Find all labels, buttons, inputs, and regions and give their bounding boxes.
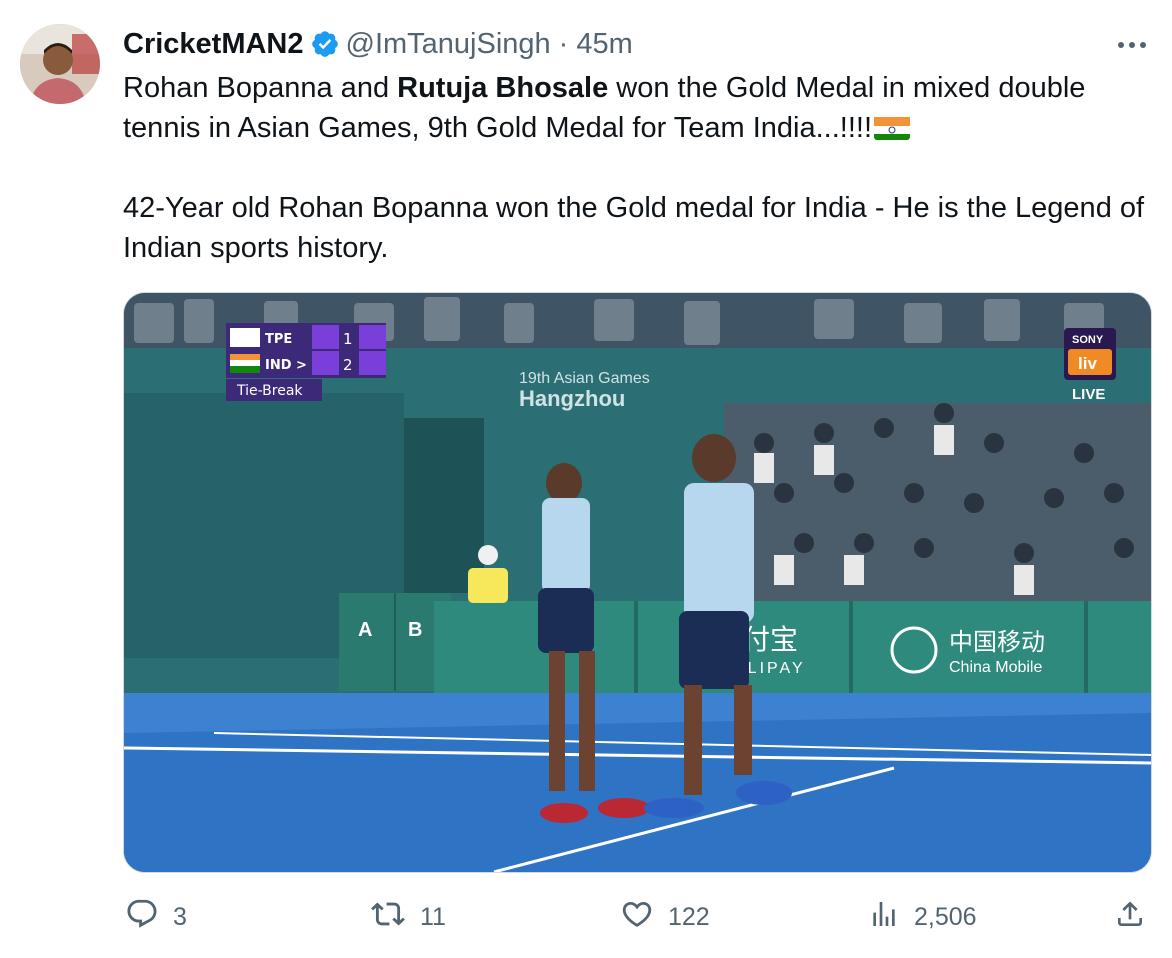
venue-line-1: 19th Asian Games [519, 370, 650, 387]
reply-count: 3 [173, 902, 187, 931]
timestamp[interactable]: 45m [576, 28, 632, 61]
action-bar: 3 11 122 2,506 [0, 893, 1172, 941]
like-count: 122 [668, 902, 710, 931]
broadcaster-name: SONY [1072, 334, 1104, 346]
tweet-text-bold: Rutuja Bhosale [397, 72, 609, 104]
reply-icon [125, 897, 173, 938]
share-button[interactable] [1114, 893, 1160, 941]
live-label: LIVE [1072, 386, 1105, 403]
retweet-button[interactable]: 11 [370, 893, 446, 941]
tweet-paragraph-1: Rohan Bopanna and Rutuja Bhosale won the… [123, 68, 1153, 148]
tweet-paragraph-2: 42-Year old Rohan Bopanna won the Gold m… [123, 192, 1145, 264]
retweet-count: 11 [420, 902, 446, 931]
court-sign-a: A [358, 619, 372, 641]
tweet-text-part: Rohan Bopanna and [123, 72, 398, 104]
share-icon [1114, 897, 1160, 938]
india-flag-icon [874, 114, 911, 140]
retweet-icon [370, 897, 420, 938]
verified-badge-icon [310, 29, 340, 59]
separator-dot: · [558, 27, 569, 60]
sponsor-2: 中国移动 [949, 628, 1045, 656]
user-handle[interactable]: @ImTanujSingh [346, 28, 551, 61]
score-team-2: IND > [265, 358, 307, 373]
score-team-2-value: 2 [343, 356, 353, 374]
broadcaster-sub: liv [1078, 354, 1097, 373]
tweet: CricketMAN2 @ImTanujSingh · 45m Rohan Bo… [0, 0, 1172, 958]
like-button[interactable]: 122 [620, 893, 710, 941]
tweet-media-image[interactable]: 19th Asian Games Hangzhou A B 支付宝 ALIPAY… [123, 292, 1152, 873]
venue-line-2: Hangzhou [519, 386, 625, 411]
views-chart-icon [868, 897, 914, 938]
display-name[interactable]: CricketMAN2 [123, 28, 304, 61]
tweet-text: Rohan Bopanna and Rutuja Bhosale won the… [123, 68, 1153, 268]
avatar[interactable] [20, 24, 100, 104]
sponsor-2-sub: China Mobile [949, 659, 1042, 676]
score-label: Tie-Break [236, 383, 303, 399]
views-button[interactable]: 2,506 [868, 893, 977, 941]
heart-icon [620, 897, 668, 938]
score-team-1: TPE [265, 332, 292, 347]
reply-button[interactable]: 3 [125, 893, 187, 941]
court-sign-b: B [408, 619, 422, 641]
views-count: 2,506 [914, 902, 977, 931]
score-team-1-value: 1 [343, 330, 353, 348]
more-horizontal-icon[interactable] [1112, 30, 1152, 60]
tweet-header: CricketMAN2 @ImTanujSingh · 45m [123, 24, 633, 64]
